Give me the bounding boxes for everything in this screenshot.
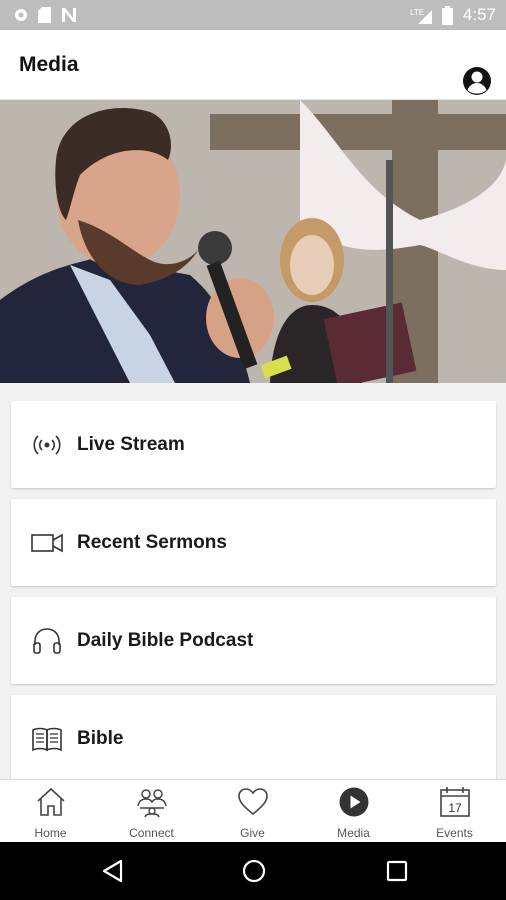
page-title: Media [19,53,79,76]
recent-sermons-label: Recent Sermons [77,532,227,553]
bible-card[interactable]: Bible [11,695,496,779]
daily-bible-podcast-label: Daily Bible Podcast [77,630,254,651]
sd-card-icon [38,7,51,23]
home-icon [37,787,65,816]
status-bar: LTE 4:57 [0,0,506,30]
svg-text:LTE: LTE [410,8,424,17]
notification-dot-icon [15,9,27,21]
tab-home-label: Home [34,826,67,840]
tab-connect[interactable]: Connect [101,780,202,843]
people-icon [137,789,167,818]
battery-icon [441,5,453,25]
notification-icons [14,7,77,23]
tab-media[interactable]: Media [303,780,404,843]
status-time: 4:57 [462,5,496,24]
system-nav-bar [0,842,506,900]
live-stream-label: Live Stream [77,434,185,455]
tab-events[interactable]: 17 Events [404,780,505,843]
video-camera-icon [31,533,63,553]
profile-icon[interactable] [462,66,492,96]
bible-label: Bible [77,728,124,749]
play-icon [339,787,369,817]
calendar-icon: 17 [440,787,470,817]
n-app-icon [62,8,76,22]
hero-photo [0,100,506,383]
tab-give[interactable]: Give [202,780,303,843]
heart-icon [238,788,268,816]
live-stream-card[interactable]: Live Stream [11,401,496,488]
recent-sermons-card[interactable]: Recent Sermons [11,499,496,586]
headphones-icon [33,628,61,654]
signal-icon: LTE [410,8,432,24]
tab-connect-label: Connect [129,826,174,840]
tab-give-label: Give [240,826,265,840]
home-circle-icon[interactable] [242,859,266,883]
book-icon [32,727,62,752]
hero-image [0,100,506,383]
system-indicators: LTE 4:57 [410,5,496,25]
tab-media-label: Media [337,826,370,840]
daily-bible-podcast-card[interactable]: Daily Bible Podcast [11,597,496,684]
media-list: Live Stream Recent Sermons Daily Bible P… [0,383,506,779]
live-stream-icon [33,435,61,455]
back-icon[interactable] [101,859,123,883]
bottom-tab-bar: Home Connect Give Media 17 Events [0,779,506,842]
tab-home[interactable]: Home [0,780,101,843]
calendar-day: 17 [448,801,462,815]
app-bar: Media [0,30,506,100]
recents-icon[interactable] [386,860,408,882]
tab-events-label: Events [436,826,473,840]
